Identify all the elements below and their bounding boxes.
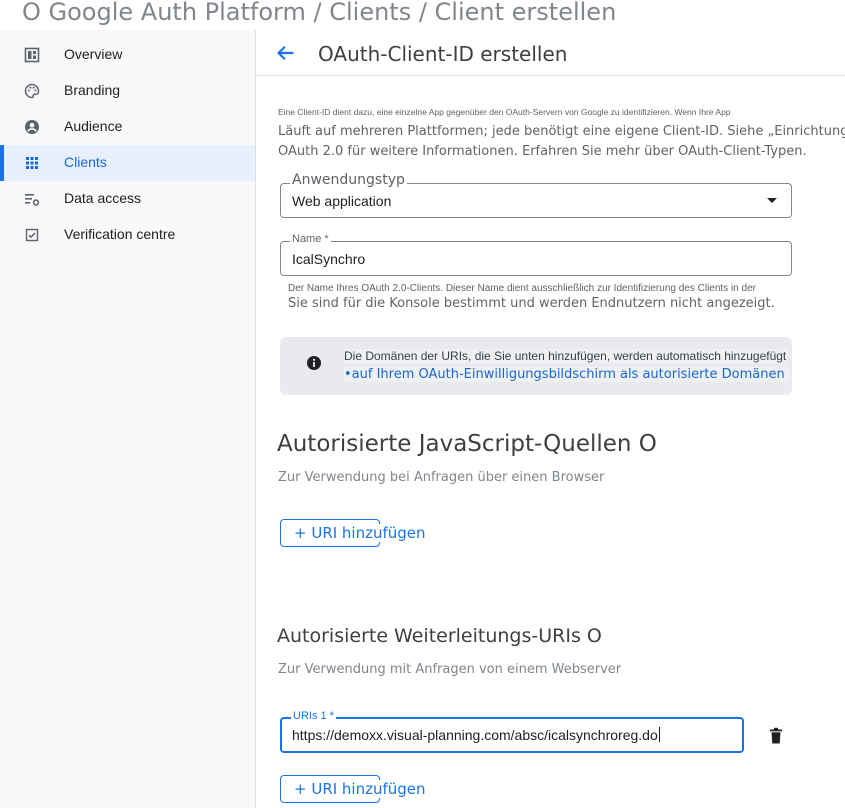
sidebar-item-branding[interactable]: Branding <box>0 73 255 109</box>
breadcrumb: O Google Auth Platform / Clients / Clien… <box>22 0 621 26</box>
main-content: OAuth-Client-ID erstellen Eine Client-ID… <box>256 30 845 808</box>
js-origins-heading: Autorisierte JavaScript-Quellen O <box>277 431 657 457</box>
intro-text-line-3: OAuth 2.0 für weitere Informationen. Erf… <box>278 144 807 159</box>
grid-icon <box>26 157 38 169</box>
app-type-label: Anwendungstyp <box>290 172 407 188</box>
js-origins-subtitle: Zur Verwendung bei Anfragen über einen B… <box>278 470 605 485</box>
sidebar-item-overview[interactable]: Overview <box>0 37 255 73</box>
name-hint-line-1: Der Name Ihres OAuth 2.0-Clients. Dieser… <box>288 283 756 294</box>
info-text-line-2: •auf Ihrem OAuth-Einwilligungsbildschirm… <box>344 367 789 382</box>
dashboard-icon <box>24 47 40 63</box>
redirect-uri-input[interactable]: URIs 1 * https://demoxx.visual-planning.… <box>280 710 744 753</box>
info-text-line-1: Die Domänen der URIs, die Sie unten hinz… <box>344 349 789 363</box>
data-settings-icon <box>25 194 40 206</box>
account-circle-icon <box>25 120 39 134</box>
checkbox-icon <box>25 228 39 242</box>
add-js-origin-button[interactable]: + URI hinzufügen <box>280 519 428 547</box>
page-title: OAuth-Client-ID erstellen <box>318 42 568 66</box>
intro-text-line-1: Eine Client-ID dient dazu, eine einzelne… <box>278 107 731 117</box>
arrow-back-icon[interactable] <box>274 42 296 64</box>
trash-icon[interactable] <box>768 727 784 745</box>
sidebar-item-data-access[interactable]: Data access <box>0 181 255 217</box>
sidebar-item-label: Clients <box>64 154 107 170</box>
page-header: OAuth-Client-ID erstellen <box>256 30 845 76</box>
redirect-uri-value: https://demoxx.visual-planning.com/absc/… <box>292 727 660 743</box>
add-redirect-uri-label: + URI hinzufügen <box>294 780 428 798</box>
redirect-uri-label: URIs 1 * <box>291 710 336 722</box>
name-field-value: IcalSynchro <box>292 251 366 267</box>
sidebar-item-label: Branding <box>64 82 121 98</box>
sidebar-item-label: Audience <box>64 118 123 134</box>
breadcrumb-bar: O Google Auth Platform / Clients / Clien… <box>0 0 845 30</box>
sidebar-item-label: Data access <box>64 190 142 206</box>
palette-icon <box>24 83 40 99</box>
info-icon <box>307 356 321 370</box>
add-redirect-uri-button[interactable]: + URI hinzufügen <box>280 775 428 803</box>
name-hint-line-2: Sie sind für die Konsole bestimmt und we… <box>288 296 775 311</box>
add-js-origin-label: + URI hinzufügen <box>294 524 428 542</box>
app-type-select[interactable]: Anwendungstyp Web application <box>280 172 792 218</box>
sidebar-item-label: Overview <box>64 46 123 62</box>
sidebar-item-verification-centre[interactable]: Verification centre <box>0 217 255 253</box>
sidebar-item-label: Verification centre <box>64 226 176 242</box>
sidebar: Overview Branding Audience Clients Data … <box>0 30 256 808</box>
intro-text-line-2: Läuft auf mehreren Plattformen; jede ben… <box>278 124 845 139</box>
redirect-uris-subtitle: Zur Verwendung mit Anfragen von einem We… <box>278 662 622 677</box>
sidebar-item-clients[interactable]: Clients <box>0 145 255 181</box>
sidebar-item-audience[interactable]: Audience <box>0 109 255 145</box>
app-type-value: Web application <box>292 193 392 209</box>
name-field-label: Name * <box>290 233 331 245</box>
info-banner: Die Domänen der URIs, die Sie unten hinz… <box>280 337 792 395</box>
redirect-uris-heading: Autorisierte Weiterleitungs-URIs O <box>277 625 602 647</box>
name-field[interactable]: Name * IcalSynchro <box>280 233 792 276</box>
dropdown-arrow-icon <box>767 198 777 203</box>
